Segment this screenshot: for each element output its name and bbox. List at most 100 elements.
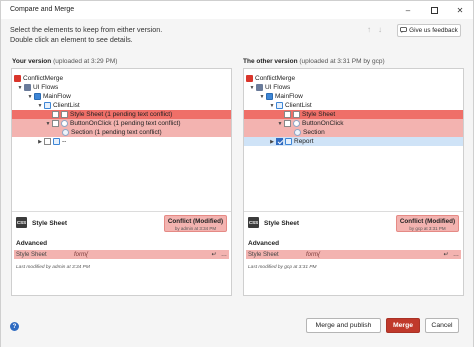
enter-icon[interactable]: ↵ <box>441 251 451 258</box>
left-detail-title: Style Sheet <box>32 220 68 227</box>
expand-arrow-icon[interactable]: ▶ <box>268 139 276 145</box>
tree-node-section-label: Section <box>303 129 325 136</box>
client-action-icon <box>293 120 300 127</box>
more-options-icon[interactable]: … <box>219 252 229 258</box>
tree-node-mainflow[interactable]: ▼ MainFlow <box>244 92 463 101</box>
tree-node-clientlist-label: ClientList <box>53 102 80 109</box>
instruction-line-1: Select the elements to keep from either … <box>10 25 163 34</box>
enter-icon[interactable]: ↵ <box>209 251 219 258</box>
right-version-upload-time: (uploaded at 3:31 PM by gcp) <box>299 58 385 65</box>
previous-conflict-arrow-icon[interactable]: ↑ <box>367 25 371 34</box>
tree-node-ui-flows-label: UI Flows <box>33 84 59 91</box>
report-checkbox[interactable] <box>276 138 283 145</box>
ui-flows-icon <box>256 84 263 91</box>
minimize-icon[interactable]: – <box>401 4 415 16</box>
right-property-name: Style Sheet <box>248 251 279 258</box>
tree-node-report[interactable]: ▶ Report <box>244 137 463 146</box>
tree-node-style-sheet[interactable]: Style Sheet <box>244 110 463 119</box>
section-icon <box>62 129 69 136</box>
style-sheet-icon <box>293 111 300 118</box>
tree-node-extra-label: -- <box>62 138 67 145</box>
collapse-arrow-icon[interactable]: ▼ <box>268 103 276 109</box>
collapse-arrow-icon[interactable]: ▼ <box>248 85 256 91</box>
expand-arrow-icon[interactable]: ▶ <box>36 139 44 145</box>
extra-checkbox[interactable] <box>44 138 51 145</box>
right-property-row[interactable]: Style Sheet form{ ↵ … <box>246 250 461 259</box>
ui-flows-icon <box>24 84 31 91</box>
right-advanced-label: Advanced <box>248 240 280 247</box>
tree-node-button-onclick[interactable]: ▼ ButtonOnClick <box>244 119 463 128</box>
tree-node-extra[interactable]: ▶ -- <box>12 137 231 146</box>
conflict-navigation: ↑ ↓ <box>367 25 382 34</box>
left-conflict-title: Conflict (Modified) <box>167 218 224 225</box>
give-feedback-button[interactable]: Give us feedback <box>397 24 461 37</box>
tree-node-mainflow[interactable]: ▼ MainFlow <box>12 92 231 101</box>
screen-icon <box>276 102 283 109</box>
tree-node-section[interactable]: Section (1 pending text conflict) <box>12 128 231 137</box>
style-sheet-checkbox[interactable] <box>284 111 291 118</box>
style-sheet-checkbox[interactable] <box>52 111 59 118</box>
more-options-icon[interactable]: … <box>451 252 461 258</box>
right-conflict-sub: by gcp at 3:31 PM <box>409 226 446 231</box>
tree-node-app-label: ConflictMerge <box>255 75 296 82</box>
close-icon[interactable]: ✕ <box>453 4 467 16</box>
collapse-arrow-icon[interactable]: ▼ <box>26 94 34 100</box>
left-property-row[interactable]: Style Sheet form{ ↵ … <box>14 250 229 259</box>
merge-and-publish-button[interactable]: Merge and publish <box>306 318 381 333</box>
cancel-button[interactable]: Cancel <box>425 318 459 333</box>
left-property-name: Style Sheet <box>16 251 47 258</box>
left-property-value: form{ <box>74 251 89 258</box>
screen-icon <box>44 102 51 109</box>
give-feedback-label: Give us feedback <box>409 27 458 34</box>
tree-node-clientlist-label: ClientList <box>285 102 312 109</box>
tree-node-button-onclick-label: ButtonOnClick (1 pending text conflict) <box>70 120 181 127</box>
tree-node-button-onclick[interactable]: ▼ ButtonOnClick (1 pending text conflict… <box>12 119 231 128</box>
app-icon <box>14 75 21 82</box>
left-version-header: Your version (uploaded at 3:29 PM) <box>12 58 117 65</box>
tree-node-ui-flows[interactable]: ▼ UI Flows <box>12 83 231 92</box>
left-conflict-status: Conflict (Modified) by admin at 3:34 PM <box>164 215 227 232</box>
collapse-arrow-icon[interactable]: ▼ <box>258 94 266 100</box>
tree-node-section[interactable]: Section <box>244 128 463 137</box>
right-detail-header: CSS Style Sheet Conflict (Modified) by g… <box>244 215 463 233</box>
collapse-arrow-icon[interactable]: ▼ <box>44 121 52 127</box>
collapse-arrow-icon[interactable]: ▼ <box>16 85 24 91</box>
window-title: Compare and Merge <box>10 6 75 13</box>
css-icon: CSS <box>16 217 27 228</box>
tree-node-ui-flows-label: UI Flows <box>265 84 291 91</box>
tree-node-style-sheet[interactable]: Style Sheet (1 pending text conflict) <box>12 110 231 119</box>
css-icon: CSS <box>248 217 259 228</box>
tree-node-clientlist[interactable]: ▼ ClientList <box>244 101 463 110</box>
maximize-icon[interactable] <box>427 4 441 16</box>
tree-node-ui-flows[interactable]: ▼ UI Flows <box>244 83 463 92</box>
right-property-value: form{ <box>306 251 321 258</box>
right-tree: ConflictMerge ▼ UI Flows ▼ MainFlow ▼ Cl… <box>244 71 463 211</box>
next-conflict-arrow-icon[interactable]: ↓ <box>378 25 382 34</box>
tree-node-app[interactable]: ConflictMerge <box>244 74 463 83</box>
block-icon <box>285 138 292 145</box>
panel-divider <box>244 211 463 212</box>
style-sheet-icon <box>61 111 68 118</box>
section-icon <box>294 129 301 136</box>
tree-node-section-label: Section (1 pending text conflict) <box>71 129 162 136</box>
help-icon[interactable]: ? <box>10 322 19 331</box>
title-bar: Compare and Merge – ✕ <box>1 1 473 19</box>
right-conflict-status: Conflict (Modified) by gcp at 3:31 PM <box>396 215 459 232</box>
tree-node-mainflow-label: MainFlow <box>43 93 71 100</box>
button-onclick-checkbox[interactable] <box>284 120 291 127</box>
collapse-arrow-icon[interactable]: ▼ <box>276 121 284 127</box>
tree-node-report-label: Report <box>294 138 314 145</box>
right-version-panel: ConflictMerge ▼ UI Flows ▼ MainFlow ▼ Cl… <box>243 68 464 296</box>
collapse-arrow-icon[interactable]: ▼ <box>36 103 44 109</box>
tree-node-app[interactable]: ConflictMerge <box>12 74 231 83</box>
flow-icon <box>266 93 273 100</box>
tree-node-clientlist[interactable]: ▼ ClientList <box>12 101 231 110</box>
tree-node-app-label: ConflictMerge <box>23 75 64 82</box>
button-onclick-checkbox[interactable] <box>52 120 59 127</box>
merge-button[interactable]: Merge <box>386 318 420 333</box>
left-version-upload-time: (uploaded at 3:29 PM) <box>53 58 118 65</box>
left-version-title: Your version <box>12 58 52 65</box>
block-icon <box>53 138 60 145</box>
chat-icon <box>400 26 408 35</box>
left-last-modified: Last modified by admin at 3:34 PM <box>16 265 90 270</box>
